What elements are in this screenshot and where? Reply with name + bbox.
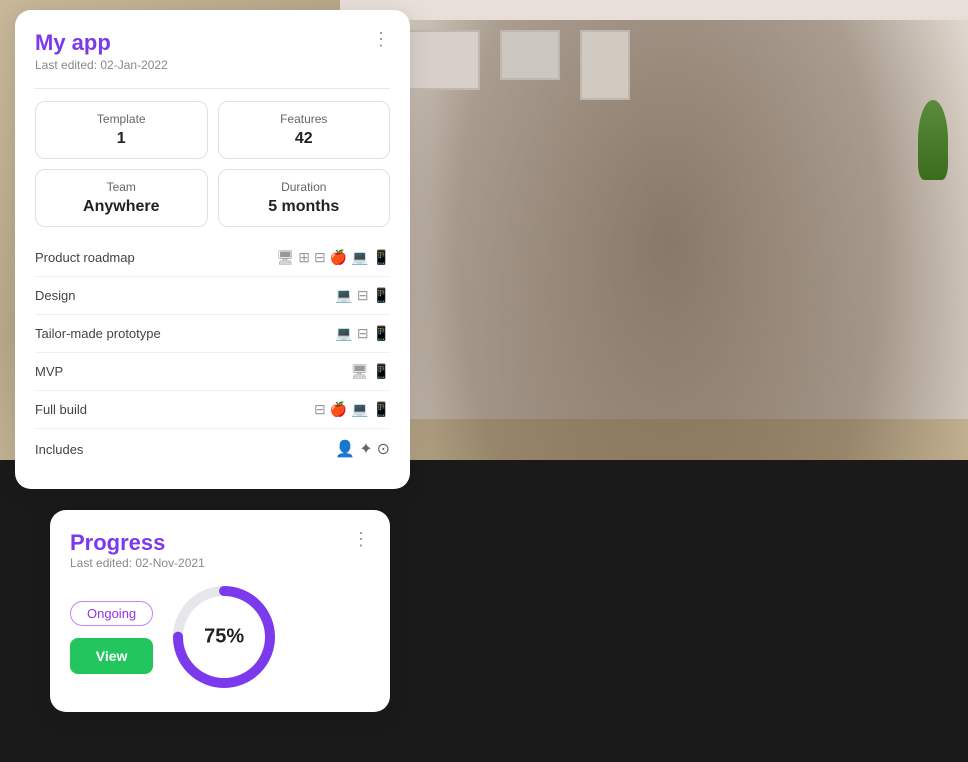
stat-template: Template 1 <box>35 101 208 159</box>
feature-full-build: Full build ⊟ 🍎 💻 📱 <box>35 391 390 428</box>
feature-design: Design 💻 ⊟ 📱 <box>35 277 390 315</box>
feature-mvp: MVP 🖥 📱 <box>35 353 390 391</box>
monitor-icon: 🖥 <box>351 363 369 380</box>
plus-icon: ✦ <box>359 439 372 459</box>
includes-icons: 👤 ✦ ⊙ <box>335 439 390 459</box>
stat-team-label: Team <box>50 180 193 194</box>
feature-icons: ⊟ 🍎 💻 📱 <box>314 401 390 418</box>
feature-name: Tailor-made prototype <box>35 326 161 341</box>
features-list: Product roadmap 🖥 ⊞ ⊟ 🍎 💻 📱 Design 💻 ⊟ 📱… <box>35 239 390 428</box>
app-subtitle: Last edited: 02-Jan-2022 <box>35 58 168 72</box>
stat-template-value: 1 <box>50 130 193 148</box>
tablet-icon: ⊟ <box>357 287 369 304</box>
feature-prototype: Tailor-made prototype 💻 ⊟ 📱 <box>35 315 390 353</box>
circle-icon: ⊙ <box>377 439 390 459</box>
app-card: My app Last edited: 02-Jan-2022 ⋮ Templa… <box>15 10 410 489</box>
progress-subtitle: Last edited: 02-Nov-2021 <box>70 556 205 570</box>
app-card-header: My app Last edited: 02-Jan-2022 ⋮ <box>35 30 390 72</box>
includes-label: Includes <box>35 442 83 457</box>
progress-header: Progress Last edited: 02-Nov-2021 ⋮ <box>70 530 370 570</box>
feature-product-roadmap: Product roadmap 🖥 ⊞ ⊟ 🍎 💻 📱 <box>35 239 390 277</box>
tablet-icon: ⊟ <box>357 325 369 342</box>
stat-team: Team Anywhere <box>35 169 208 227</box>
apple-icon: 🍎 <box>330 401 347 418</box>
stat-team-value: Anywhere <box>50 198 193 216</box>
progress-title-group: Progress Last edited: 02-Nov-2021 <box>70 530 205 570</box>
app-title: My app <box>35 30 168 56</box>
person-icon: 👤 <box>335 439 355 459</box>
laptop-icon: 💻 <box>351 249 368 266</box>
stat-features: Features 42 <box>218 101 391 159</box>
phone-icon: 📱 <box>373 363 390 380</box>
feature-name: Full build <box>35 402 87 417</box>
app-card-title-group: My app Last edited: 02-Jan-2022 <box>35 30 168 72</box>
phone-icon: 📱 <box>373 401 390 418</box>
app-more-menu[interactable]: ⋮ <box>372 30 390 48</box>
progress-body: Ongoing View 75% <box>70 582 370 692</box>
progress-more-menu[interactable]: ⋮ <box>352 530 370 548</box>
phone-icon: 📱 <box>373 325 390 342</box>
laptop-icon: 💻 <box>335 325 352 342</box>
progress-percentage: 75% <box>204 626 244 649</box>
apple-icon: 🍎 <box>330 249 347 266</box>
feature-icons: 💻 ⊟ 📱 <box>335 287 390 304</box>
feature-icons: 🖥 📱 <box>351 363 390 380</box>
progress-card: Progress Last edited: 02-Nov-2021 ⋮ Ongo… <box>50 510 390 712</box>
stats-grid: Template 1 Features 42 Team Anywhere Dur… <box>35 101 390 227</box>
laptop-icon: 💻 <box>351 401 368 418</box>
monitor-icon: 🖥 <box>276 249 294 266</box>
includes-row: Includes 👤 ✦ ⊙ <box>35 428 390 469</box>
feature-name: MVP <box>35 364 63 379</box>
progress-left: Ongoing View <box>70 601 153 674</box>
feature-name: Design <box>35 288 75 303</box>
feature-icons: 🖥 ⊞ ⊟ 🍎 💻 📱 <box>276 249 390 266</box>
stat-duration: Duration 5 months <box>218 169 391 227</box>
stat-duration-value: 5 months <box>233 198 376 216</box>
grid-icon: ⊞ <box>298 249 310 266</box>
table-icon: ⊟ <box>314 249 326 266</box>
phone-icon: 📱 <box>373 287 390 304</box>
phone-icon: 📱 <box>373 249 390 266</box>
stat-features-value: 42 <box>233 130 376 148</box>
app-card-divider <box>35 88 390 89</box>
progress-title: Progress <box>70 530 205 556</box>
progress-circle: 75% <box>169 582 279 692</box>
stat-features-label: Features <box>233 112 376 126</box>
stat-duration-label: Duration <box>233 180 376 194</box>
stat-template-label: Template <box>50 112 193 126</box>
android-icon: ⊟ <box>314 401 326 418</box>
feature-icons: 💻 ⊟ 📱 <box>335 325 390 342</box>
feature-name: Product roadmap <box>35 250 135 265</box>
view-button[interactable]: View <box>70 638 153 674</box>
laptop-icon: 💻 <box>335 287 352 304</box>
status-badge: Ongoing <box>70 601 153 626</box>
